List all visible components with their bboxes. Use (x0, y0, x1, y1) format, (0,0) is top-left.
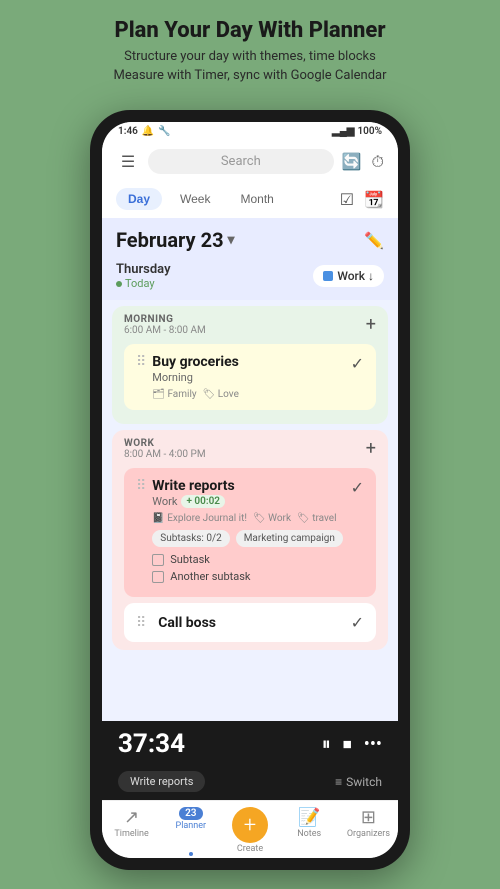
checklist-icon[interactable]: ☑ (340, 190, 354, 209)
date-chevron-icon[interactable]: ▾ (228, 232, 235, 248)
morning-add-button[interactable]: + (366, 314, 376, 335)
task-name: Buy groceries (152, 354, 350, 370)
timeline-icon: ↗ (124, 807, 139, 828)
marketing-pill[interactable]: Marketing campaign (236, 530, 343, 547)
task-sub: Work + 00:02 (152, 495, 350, 508)
drag-handle-icon: ⠿ (136, 478, 146, 494)
timer-bar: 37:34 ⏸ ⏹ ••• (102, 721, 398, 767)
work-badge[interactable]: Work ↓ (313, 265, 384, 287)
status-wifi-icon: 🔧 (158, 126, 170, 137)
date-title: February 23 ▾ (116, 228, 235, 252)
subtask-pills: Subtasks: 0/2 Marketing campaign (152, 530, 350, 547)
search-bar[interactable]: Search (148, 149, 334, 174)
task-check-icon[interactable]: ✓ (351, 478, 364, 497)
morning-section-time: 6:00 AM - 8:00 AM (124, 325, 206, 336)
nav-notes[interactable]: 📝 Notes (280, 801, 339, 858)
timer-info-bar: Write reports ≡ Switch (102, 767, 398, 800)
drag-handle-icon: ⠿ (136, 354, 146, 370)
nav-planner[interactable]: 23 Planner (161, 801, 220, 858)
task-check-icon[interactable]: ✓ (351, 613, 364, 632)
switch-button[interactable]: ≡ Switch (335, 775, 382, 789)
app-header: Plan Your Day With Planner Structure you… (0, 0, 500, 95)
timer-stop-button[interactable]: ⏹ (343, 734, 352, 755)
time-badge: + 00:02 (181, 495, 225, 508)
subtask-item-1[interactable]: Subtask (152, 553, 350, 566)
phone-screen: 1:46 🔔 🔧 ▂▄▆ 100% ☰ Search 🔄 ⏱ Day Week … (102, 122, 398, 858)
timer-display: 37:34 (118, 729, 185, 759)
top-nav: ☰ Search 🔄 ⏱ (102, 141, 398, 182)
create-circle-button[interactable]: + (232, 807, 268, 843)
tab-day[interactable]: Day (116, 188, 162, 210)
timer-task-label[interactable]: Write reports (118, 771, 205, 792)
subtask-list: Subtask Another subtask (152, 553, 350, 583)
status-signal-bars: ▂▄▆ (332, 126, 354, 137)
timer-more-button[interactable]: ••• (364, 734, 382, 755)
notes-icon: 📝 (298, 807, 320, 828)
status-bar: 1:46 🔔 🔧 ▂▄▆ 100% (102, 122, 398, 141)
battery-text: 100% (357, 126, 382, 137)
nav-notes-label: Notes (297, 829, 321, 839)
task-tags: 🗂 Family 🏷 Love (152, 389, 350, 400)
morning-section: MORNING 6:00 AM - 8:00 AM + ⠿ Buy grocer… (112, 306, 388, 424)
planner-badge: 23 (179, 807, 202, 820)
date-sub: Thursday Today Work ↓ (102, 260, 398, 300)
organizers-icon: ⊞ (361, 807, 376, 828)
task-buy-groceries[interactable]: ⠿ Buy groceries Morning 🗂 Family 🏷 Love … (124, 344, 376, 410)
phone-frame: 1:46 🔔 🔧 ▂▄▆ 100% ☰ Search 🔄 ⏱ Day Week … (90, 110, 410, 870)
work-section-name: WORK (124, 438, 206, 449)
status-time: 1:46 (118, 126, 138, 137)
subtask-checkbox-2[interactable] (152, 571, 164, 583)
timer-pause-button[interactable]: ⏸ (322, 734, 331, 755)
day-name: Thursday (116, 262, 171, 277)
switch-list-icon: ≡ (335, 775, 342, 789)
bottom-nav: ↗ Timeline 23 Planner + Create 📝 Notes ⊞ (102, 800, 398, 858)
tab-month[interactable]: Month (228, 188, 285, 210)
nav-planner-label: Planner (176, 821, 207, 831)
today-indicator: Today (116, 277, 171, 290)
app-title: Plan Your Day With Planner (20, 18, 480, 44)
nav-organizers[interactable]: ⊞ Organizers (339, 801, 398, 858)
nav-create[interactable]: + Create (220, 801, 279, 858)
subtask-checkbox-1[interactable] (152, 554, 164, 566)
work-section-time: 8:00 AM - 4:00 PM (124, 449, 206, 460)
drag-handle-icon: ⠿ (136, 615, 146, 631)
calendar-sync-icon[interactable]: 📆 (364, 190, 384, 209)
task-call-boss[interactable]: ⠿ Call boss ✓ (124, 603, 376, 642)
subtask-count-pill[interactable]: Subtasks: 0/2 (152, 530, 229, 547)
work-badge-dot (323, 271, 333, 281)
app-subtitle: Structure your day with themes, time blo… (20, 48, 480, 84)
menu-icon[interactable]: ☰ (116, 152, 140, 171)
task-name: Call boss (158, 615, 216, 631)
task-sub: Morning (152, 371, 350, 384)
task-write-reports[interactable]: ⠿ Write reports Work + 00:02 📓 Explore J… (124, 468, 376, 597)
date-header: February 23 ▾ ✏️ (102, 218, 398, 260)
content-area: February 23 ▾ ✏️ Thursday Today Work ↓ (102, 218, 398, 721)
work-section: WORK 8:00 AM - 4:00 PM + ⠿ Write reports… (112, 430, 388, 650)
refresh-icon[interactable]: 🔄 (342, 152, 362, 171)
tab-week[interactable]: Week (168, 188, 222, 210)
subtask-item-2[interactable]: Another subtask (152, 570, 350, 583)
task-check-icon[interactable]: ✓ (351, 354, 364, 373)
timer-icon[interactable]: ⏱ (372, 152, 384, 172)
nav-timeline-label: Timeline (114, 829, 148, 839)
task-name: Write reports (152, 478, 350, 494)
nav-timeline[interactable]: ↗ Timeline (102, 801, 161, 858)
work-add-button[interactable]: + (366, 438, 376, 459)
morning-section-name: MORNING (124, 314, 206, 325)
nav-create-label: Create (237, 844, 263, 854)
today-dot (116, 281, 122, 287)
edit-icon[interactable]: ✏️ (364, 231, 384, 250)
nav-organizers-label: Organizers (347, 829, 390, 839)
task-journals: 📓 Explore Journal it! 🏷 Work 🏷 travel (152, 513, 350, 524)
active-dot (189, 852, 193, 856)
status-signal-icon: 🔔 (142, 126, 154, 137)
tab-bar: Day Week Month ☑ 📆 (102, 182, 398, 218)
